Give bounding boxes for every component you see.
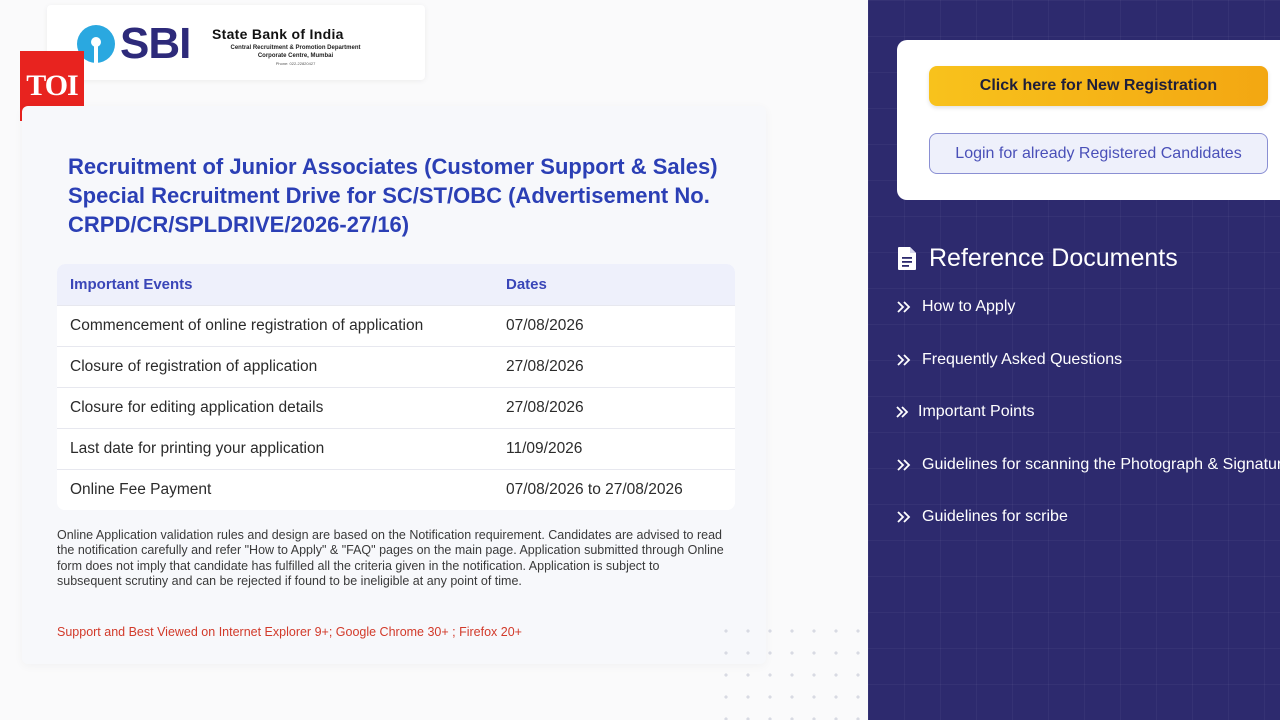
action-buttons-card: [897, 40, 1280, 200]
event-name: Closure for editing application details: [70, 399, 324, 416]
bank-name: State Bank of India: [212, 26, 344, 42]
event-name: Last date for printing your application: [70, 440, 325, 457]
table-header-events: Important Events: [70, 275, 193, 293]
sidebar-item-scribe-guidelines[interactable]: Guidelines for scribe: [896, 508, 1068, 526]
sidebar-item-label[interactable]: Guidelines for scribe: [922, 508, 1068, 526]
sidebar-item-how-to-apply[interactable]: How to Apply: [896, 298, 1015, 316]
bank-department: Central Recruitment & Promotion Departme…: [213, 44, 378, 60]
table-row: Last date for printing your application …: [57, 428, 735, 469]
event-date: 11/09/2026: [506, 440, 583, 457]
double-chevron-right-icon: [896, 458, 914, 472]
sidebar-item-label[interactable]: Guidelines for scanning the Photograph &…: [922, 456, 1280, 474]
sidebar-item-scanning-guidelines[interactable]: Guidelines for scanning the Photograph &…: [896, 456, 1280, 474]
double-chevron-right-icon: [896, 510, 914, 524]
event-date: 07/08/2026: [506, 317, 584, 334]
department-name: Central Recruitment & Promotion Departme…: [230, 45, 361, 51]
bank-phone: Phone: 022-22820427: [275, 61, 316, 66]
browser-support-note: Support and Best Viewed on Internet Expl…: [57, 625, 522, 639]
double-chevron-right-icon: [896, 300, 914, 314]
sidebar-item-label[interactable]: Important Points: [918, 403, 1035, 421]
sidebar-item-faq[interactable]: Frequently Asked Questions: [896, 351, 1122, 369]
event-date: 27/08/2026: [506, 358, 584, 375]
validation-note: Online Application validation rules and …: [57, 528, 724, 588]
sidebar-item-label[interactable]: How to Apply: [922, 298, 1015, 316]
table-row: Online Fee Payment 07/08/2026 to 27/08/2…: [57, 469, 735, 510]
event-date: 07/08/2026 to 27/08/2026: [506, 481, 683, 498]
important-events-table: Important Events Dates Commencement of o…: [57, 264, 735, 510]
sidebar-item-label[interactable]: Frequently Asked Questions: [922, 351, 1122, 369]
office-name: Corporate Centre, Mumbai: [257, 53, 334, 59]
reference-documents-title: Reference Documents: [929, 244, 1178, 272]
event-name: Online Fee Payment: [70, 481, 212, 498]
double-chevron-right-icon: [896, 353, 914, 367]
decorative-dot-pattern: [715, 620, 865, 720]
page-title: Recruitment of Junior Associates (Custom…: [68, 154, 718, 237]
event-date: 27/08/2026: [506, 399, 584, 416]
sidebar-item-important-points[interactable]: Important Points: [896, 403, 1035, 421]
new-registration-button[interactable]: Click here for New Registration: [929, 66, 1268, 106]
sbi-logo-text: SBI: [120, 19, 191, 68]
table-header-dates: Dates: [506, 275, 547, 293]
document-icon: [897, 246, 917, 271]
login-button[interactable]: Login for already Registered Candidates: [929, 133, 1268, 174]
table-row: Commencement of online registration of a…: [57, 305, 735, 346]
table-header-row: Important Events Dates: [57, 264, 735, 305]
event-name: Commencement of online registration of a…: [70, 317, 424, 334]
table-row: Closure for editing application details …: [57, 387, 735, 428]
double-chevron-right-icon: [896, 405, 910, 419]
reference-documents-heading: Reference Documents: [897, 244, 1178, 273]
table-row: Closure of registration of application 2…: [57, 346, 735, 387]
event-name: Closure of registration of application: [70, 358, 318, 375]
